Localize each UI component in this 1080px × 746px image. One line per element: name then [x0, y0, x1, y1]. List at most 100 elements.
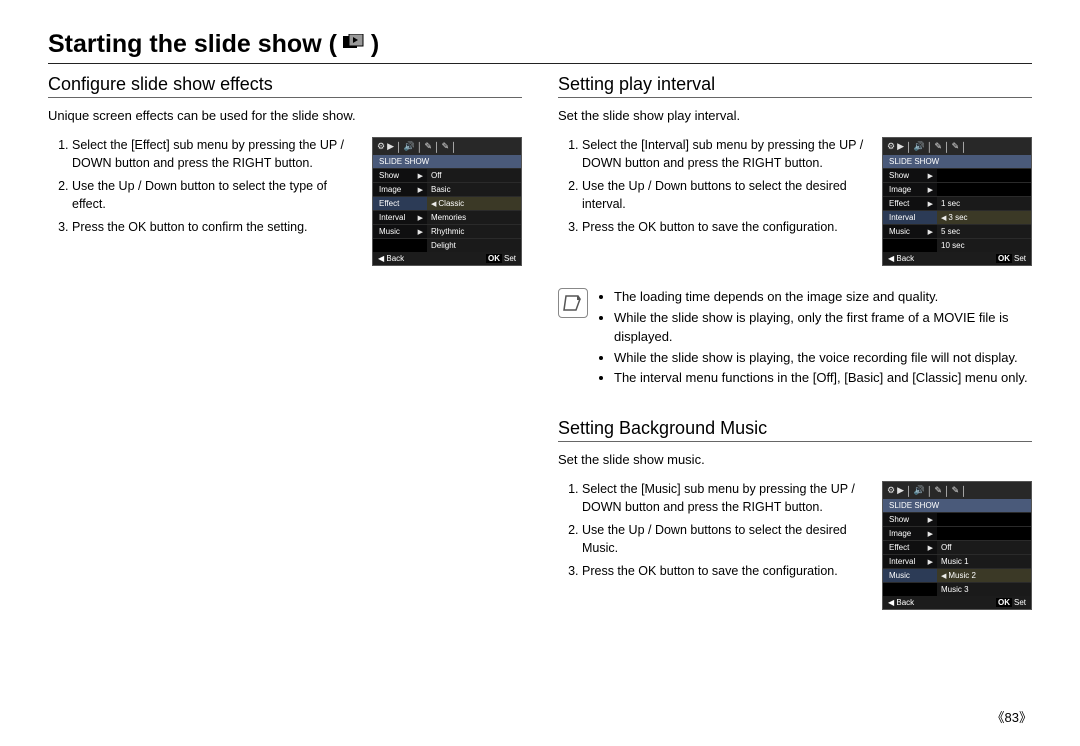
- menu-row-option: Rhythmic: [427, 225, 521, 238]
- music-heading: Setting Background Music: [558, 418, 1032, 439]
- menu-row: Music 3: [883, 582, 1031, 596]
- menu-row-option: 10 sec: [937, 239, 1031, 252]
- interval-intro: Set the slide show play interval.: [558, 108, 1032, 123]
- menu-row-option: Off: [937, 541, 1031, 554]
- menu-row: Music◀Music 2: [883, 568, 1031, 582]
- menu-row-label: Music▶: [883, 225, 937, 238]
- menu-row-option: [937, 169, 1031, 182]
- menu-row: Interval▶Music 1: [883, 554, 1031, 568]
- menu-title: SLIDE SHOW: [883, 499, 1031, 512]
- menu-row: Interval▶Memories: [373, 210, 521, 224]
- step-item: Press the OK button to save the configur…: [582, 563, 872, 581]
- ok-hint: OKSet: [996, 598, 1026, 607]
- step-item: Select the [Music] sub menu by pressing …: [582, 481, 872, 516]
- effects-rule: [48, 97, 522, 98]
- menu-row-label: [373, 239, 427, 252]
- menu-row-option: Delight: [427, 239, 521, 252]
- menu-row: Music▶5 sec: [883, 224, 1031, 238]
- menu-top-icons: ⚙▶│🔊│✎│✎│: [883, 138, 1031, 155]
- menu-row: Show▶: [883, 512, 1031, 526]
- menu-footer: ◀ Back OKSet: [373, 252, 521, 265]
- back-hint: ◀ Back: [888, 254, 914, 263]
- music-intro: Set the slide show music.: [558, 452, 1032, 467]
- music-steps: Select the [Music] sub menu by pressing …: [558, 481, 872, 587]
- back-hint: ◀ Back: [378, 254, 404, 263]
- page-title-close: ): [371, 30, 379, 59]
- page-number: 《83》: [992, 707, 1032, 726]
- step-item: Press the OK button to confirm the setti…: [72, 219, 362, 237]
- page-title-text: Starting the slide show (: [48, 30, 337, 59]
- menu-title: SLIDE SHOW: [883, 155, 1031, 168]
- menu-row-label: Show▶: [883, 513, 937, 526]
- step-item: Press the OK button to save the configur…: [582, 219, 872, 237]
- menu-footer: ◀ Back OKSet: [883, 596, 1031, 609]
- left-column: Configure slide show effects Unique scre…: [48, 74, 522, 610]
- content-columns: Configure slide show effects Unique scre…: [48, 74, 1032, 610]
- menu-row-option: Off: [427, 169, 521, 182]
- menu-top-icons: ⚙▶│🔊│✎│✎│: [883, 482, 1031, 499]
- music-section: Setting Background Music Set the slide s…: [558, 418, 1032, 610]
- menu-row-option: [937, 513, 1031, 526]
- effects-intro: Unique screen effects can be used for th…: [48, 108, 522, 123]
- menu-row-label: Show▶: [883, 169, 937, 182]
- menu-row-label: Image▶: [373, 183, 427, 196]
- menu-row: Image▶Basic: [373, 182, 521, 196]
- menu-row-option: Basic: [427, 183, 521, 196]
- menu-row-label: Effect▶: [883, 541, 937, 554]
- menu-row-option: Music 1: [937, 555, 1031, 568]
- menu-row-label: Music: [883, 569, 937, 582]
- ok-hint: OKSet: [486, 254, 516, 263]
- menu-row-option: ◀Music 2: [937, 569, 1031, 582]
- menu-row-option: ◀3 sec: [937, 211, 1031, 224]
- menu-row: Interval◀3 sec: [883, 210, 1031, 224]
- menu-row-label: Image▶: [883, 183, 937, 196]
- interval-steps: Select the [Interval] sub menu by pressi…: [558, 137, 872, 243]
- music-rule: [558, 441, 1032, 442]
- menu-title: SLIDE SHOW: [373, 155, 521, 168]
- menu-row: Music▶Rhythmic: [373, 224, 521, 238]
- step-item: Select the [Effect] sub menu by pressing…: [72, 137, 362, 172]
- note-item: While the slide show is playing, the voi…: [614, 349, 1032, 368]
- menu-row-option: [937, 527, 1031, 540]
- menu-top-icons: ⚙▶│🔊│✎│✎│: [373, 138, 521, 155]
- right-column: Setting play interval Set the slide show…: [558, 74, 1032, 610]
- page-title: Starting the slide show ( ): [48, 30, 1032, 59]
- menu-footer: ◀ BackOKSet: [883, 252, 1031, 265]
- menu-row: Effect◀Classic: [373, 196, 521, 210]
- menu-row: Image▶: [883, 526, 1031, 540]
- effects-camera-menu: ⚙▶│🔊│✎│✎│SLIDE SHOWShow▶OffImage▶BasicEf…: [372, 137, 522, 266]
- note-item: The interval menu functions in the [Off]…: [614, 369, 1032, 388]
- menu-row-label: [883, 583, 937, 596]
- menu-row: 10 sec: [883, 238, 1031, 252]
- menu-row-label: Interval▶: [883, 555, 937, 568]
- interval-heading: Setting play interval: [558, 74, 1032, 95]
- menu-row: Show▶Off: [373, 168, 521, 182]
- menu-row-label: Interval▶: [373, 211, 427, 224]
- menu-row-label: [883, 239, 937, 252]
- interval-rule: [558, 97, 1032, 98]
- menu-row-label: Show▶: [373, 169, 427, 182]
- step-item: Use the Up / Down button to select the t…: [72, 178, 362, 213]
- manual-page: Starting the slide show ( ) Configure sl…: [0, 0, 1080, 640]
- title-rule: [48, 63, 1032, 64]
- interval-camera-menu: ⚙▶│🔊│✎│✎│SLIDE SHOWShow▶Image▶Effect▶1 s…: [882, 137, 1032, 266]
- menu-row-option: Music 3: [937, 583, 1031, 596]
- menu-row-option: 1 sec: [937, 197, 1031, 210]
- notes-block: The loading time depends on the image si…: [558, 288, 1032, 390]
- menu-row-label: Effect▶: [883, 197, 937, 210]
- menu-row-option: Memories: [427, 211, 521, 224]
- menu-row-option: ◀Classic: [427, 197, 521, 210]
- menu-row-label: Music▶: [373, 225, 427, 238]
- menu-row: Delight: [373, 238, 521, 252]
- back-hint: ◀ Back: [888, 598, 914, 607]
- note-item: The loading time depends on the image si…: [614, 288, 1032, 307]
- note-item: While the slide show is playing, only th…: [614, 309, 1032, 347]
- menu-row: Show▶: [883, 168, 1031, 182]
- slideshow-icon: [343, 33, 365, 56]
- menu-row: Image▶: [883, 182, 1031, 196]
- menu-row-label: Effect: [373, 197, 427, 210]
- menu-row-label: Interval: [883, 211, 937, 224]
- menu-row-option: [937, 183, 1031, 196]
- note-icon: [558, 288, 588, 318]
- effects-steps: Select the [Effect] sub menu by pressing…: [48, 137, 362, 243]
